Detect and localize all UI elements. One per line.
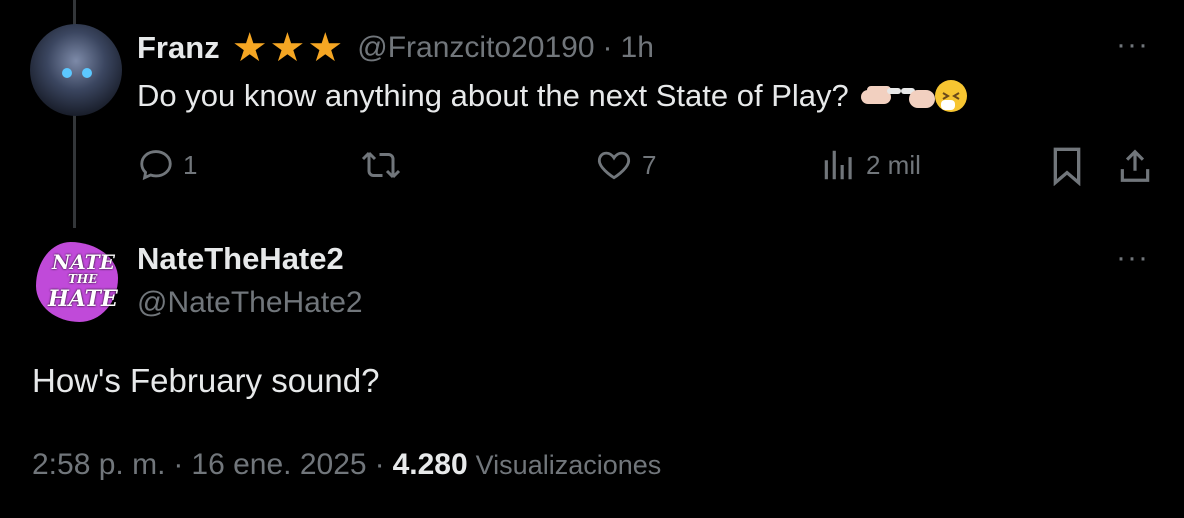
star-icon: ★ — [269, 26, 306, 70]
reply-header: Franz ★ ★ ★ @Franzcito20190 · 1h — [137, 28, 654, 68]
fingers-pointing-emoji — [860, 80, 967, 112]
avatar-eye — [82, 68, 92, 78]
views-total: 4.280 — [392, 448, 468, 481]
post-time[interactable]: 1h — [621, 31, 654, 65]
avatar-text: NATE — [52, 250, 115, 274]
author-handle[interactable]: @Franzcito20190 — [357, 31, 594, 65]
star-icon: ★ — [307, 26, 344, 70]
like-button[interactable]: 7 — [594, 146, 656, 184]
bookmark-button[interactable] — [1050, 146, 1084, 191]
author-handle[interactable]: @NateTheHate2 — [137, 286, 363, 320]
reply-icon — [140, 150, 172, 181]
more-options-icon[interactable]: ··· — [1116, 28, 1149, 62]
avatar-franz[interactable] — [30, 24, 122, 116]
bookmark-icon — [1053, 147, 1081, 187]
repost-icon — [361, 151, 401, 179]
star-badge: ★ ★ ★ — [232, 28, 344, 68]
repost-button[interactable] — [360, 146, 410, 184]
star-icon: ★ — [231, 26, 268, 70]
tweet-text: How's February sound? — [32, 362, 380, 399]
author-name[interactable]: Franz — [137, 30, 220, 66]
avatar-natethehate[interactable]: NATE THE HATE — [32, 236, 124, 328]
author-name[interactable]: NateTheHate2 — [137, 241, 344, 277]
share-button[interactable] — [1116, 146, 1154, 191]
reply-count: 1 — [183, 149, 198, 180]
avatar-eye — [62, 68, 72, 78]
avatar-text: THE — [68, 272, 98, 286]
separator: · — [602, 31, 613, 64]
avatar-text: HATE — [48, 286, 118, 312]
separator: · — [374, 448, 385, 481]
share-icon — [1120, 149, 1150, 182]
tweet-meta: 2:58 p. m. · 16 ene. 2025 · 4.280 Visual… — [32, 448, 661, 482]
tweet-time[interactable]: 2:58 p. m. — [32, 448, 165, 482]
heart-icon — [597, 151, 631, 180]
views-button[interactable]: 2 mil — [820, 146, 921, 184]
views-label: Visualizaciones — [475, 450, 662, 480]
tweet-date[interactable]: 16 ene. 2025 — [191, 448, 366, 482]
separator: · — [173, 448, 184, 481]
views-chart-icon — [824, 150, 852, 180]
views-count: 2 mil — [866, 149, 921, 180]
reply-text: Do you know anything about the next Stat… — [137, 78, 849, 113]
like-count: 7 — [642, 149, 657, 180]
more-options-icon[interactable]: ··· — [1116, 241, 1149, 275]
reply-button[interactable]: 1 — [137, 146, 197, 184]
reply-text-row: Do you know anything about the next Stat… — [137, 76, 967, 116]
